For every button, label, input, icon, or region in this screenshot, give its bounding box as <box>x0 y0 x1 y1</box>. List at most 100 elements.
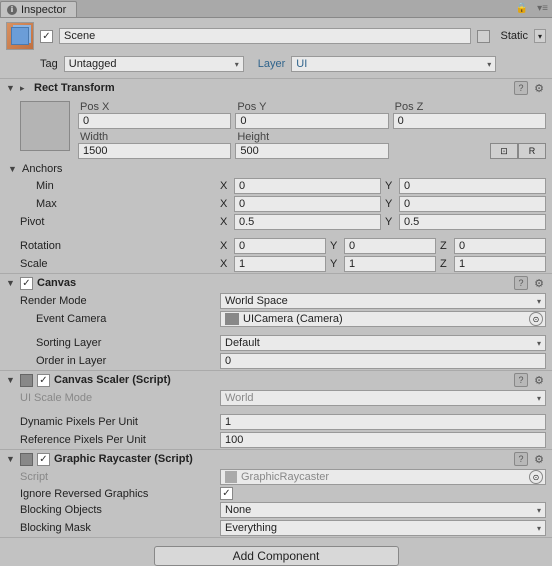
layer-dropdown[interactable]: UI <box>291 56 496 72</box>
anchor-max-x[interactable]: 0 <box>234 196 381 212</box>
anchor-preset-button[interactable] <box>20 101 70 151</box>
ignore-reversed-label: Ignore Reversed Graphics <box>20 488 220 500</box>
order-label: Order in Layer <box>20 355 220 367</box>
rotation-label: Rotation <box>20 240 220 252</box>
event-camera-field[interactable]: UICamera (Camera)⊙ <box>220 311 546 327</box>
tab-title: Inspector <box>21 4 66 16</box>
tab-bar: i Inspector 🔒 ▾≡ <box>0 0 552 18</box>
gameobject-header: ✓ Scene Static ▾ <box>0 18 552 54</box>
gear-icon[interactable]: ⚙ <box>532 276 546 290</box>
graphic-raycaster-header[interactable]: ▼ ✓ Graphic Raycaster (Script) ? ⚙ <box>0 450 552 468</box>
ignore-reversed-checkbox[interactable]: ✓ <box>220 487 233 500</box>
lock-icon[interactable]: 🔒 <box>516 3 528 14</box>
render-mode-dropdown[interactable]: World Space <box>220 293 546 309</box>
height-input[interactable]: 500 <box>235 143 388 159</box>
rot-x[interactable]: 0 <box>234 238 326 254</box>
dynamic-ppu-input[interactable]: 1 <box>220 414 546 430</box>
gear-icon[interactable]: ⚙ <box>532 452 546 466</box>
anchor-max-y[interactable]: 0 <box>399 196 546 212</box>
canvas-scaler-component: ▼ ✓ Canvas Scaler (Script) ? ⚙ UI Scale … <box>0 370 552 449</box>
script-file-icon <box>225 471 237 483</box>
component-title: Graphic Raycaster (Script) <box>54 453 510 465</box>
tab-menu-icon[interactable]: ▾≡ <box>537 3 548 14</box>
posy-label: Pos Y <box>235 101 388 113</box>
posx-input[interactable]: 0 <box>78 113 231 129</box>
foldout-icon: ▼ <box>8 164 18 174</box>
script-icon <box>20 453 33 466</box>
height-label: Height <box>235 131 388 143</box>
blocking-mask-label: Blocking Mask <box>20 522 220 534</box>
foldout-icon[interactable]: ▼ <box>6 83 16 93</box>
scale-z[interactable]: 1 <box>454 256 546 272</box>
anchors-foldout[interactable]: ▼ Anchors <box>8 163 546 175</box>
reference-ppu-input[interactable]: 100 <box>220 432 546 448</box>
ui-scale-mode-label: UI Scale Mode <box>20 392 220 404</box>
inspector-tab[interactable]: i Inspector <box>0 1 77 17</box>
scale-label: Scale <box>20 258 220 270</box>
posz-input[interactable]: 0 <box>393 113 546 129</box>
foldout-icon[interactable]: ▼ <box>6 278 16 288</box>
anchor-min-y[interactable]: 0 <box>399 178 546 194</box>
rot-z[interactable]: 0 <box>454 238 546 254</box>
blocking-objects-dropdown[interactable]: None <box>220 502 546 518</box>
min-label: Min <box>20 180 220 192</box>
pivot-x[interactable]: 0.5 <box>234 214 381 230</box>
static-dropdown-button[interactable]: ▾ <box>534 29 546 43</box>
name-input[interactable]: Scene <box>59 28 471 44</box>
rect-transform-header[interactable]: ▼ ▸ Rect Transform ? ⚙ <box>0 79 552 97</box>
object-picker-icon[interactable]: ⊙ <box>529 312 543 326</box>
event-camera-label: Event Camera <box>20 313 220 325</box>
render-mode-label: Render Mode <box>20 295 220 307</box>
sorting-layer-dropdown[interactable]: Default <box>220 335 546 351</box>
pivot-y[interactable]: 0.5 <box>399 214 546 230</box>
help-icon[interactable]: ? <box>514 276 528 290</box>
width-label: Width <box>78 131 231 143</box>
raw-edit-button[interactable]: R <box>518 143 546 159</box>
pivot-label: Pivot <box>20 216 220 228</box>
help-icon[interactable]: ? <box>514 81 528 95</box>
graphic-raycaster-component: ▼ ✓ Graphic Raycaster (Script) ? ⚙ Scrip… <box>0 449 552 537</box>
active-checkbox[interactable]: ✓ <box>40 30 53 43</box>
anchor-min-x[interactable]: 0 <box>234 178 381 194</box>
anchors-label: Anchors <box>22 163 62 175</box>
canvas-scaler-header[interactable]: ▼ ✓ Canvas Scaler (Script) ? ⚙ <box>0 371 552 389</box>
help-icon[interactable]: ? <box>514 452 528 466</box>
max-label: Max <box>20 198 220 210</box>
reference-ppu-label: Reference Pixels Per Unit <box>20 434 220 446</box>
foldout-icon[interactable]: ▼ <box>6 454 16 464</box>
canvas-header[interactable]: ▼ ✓ Canvas ? ⚙ <box>0 274 552 292</box>
blocking-mask-dropdown[interactable]: Everything <box>220 520 546 536</box>
gear-icon[interactable]: ⚙ <box>532 81 546 95</box>
static-checkbox[interactable] <box>477 30 490 43</box>
foldout-icon[interactable]: ▼ <box>6 375 16 385</box>
canvas-enabled-checkbox[interactable]: ✓ <box>20 277 33 290</box>
sorting-layer-label: Sorting Layer <box>20 337 220 349</box>
scale-y[interactable]: 1 <box>344 256 436 272</box>
foldout-icon-2: ▸ <box>20 83 30 94</box>
blocking-objects-label: Blocking Objects <box>20 504 220 516</box>
tag-label: Tag <box>40 58 58 70</box>
script-field: GraphicRaycaster⊙ <box>220 469 546 485</box>
help-icon[interactable]: ? <box>514 373 528 387</box>
posz-label: Pos Z <box>393 101 546 113</box>
gameobject-icon[interactable] <box>6 22 34 50</box>
object-picker-icon: ⊙ <box>529 470 543 484</box>
tag-dropdown[interactable]: Untagged <box>64 56 244 72</box>
order-input[interactable]: 0 <box>220 353 546 369</box>
canvas-scaler-enabled-checkbox[interactable]: ✓ <box>37 374 50 387</box>
blueprint-button[interactable]: ⊡ <box>490 143 518 159</box>
posy-input[interactable]: 0 <box>235 113 388 129</box>
scale-x[interactable]: 1 <box>234 256 326 272</box>
script-icon <box>20 374 33 387</box>
raycaster-enabled-checkbox[interactable]: ✓ <box>37 453 50 466</box>
tag-layer-row: Tag Untagged Layer UI <box>0 54 552 78</box>
ui-scale-mode-dropdown: World <box>220 390 546 406</box>
rot-y[interactable]: 0 <box>344 238 436 254</box>
width-input[interactable]: 1500 <box>78 143 231 159</box>
component-title: Canvas <box>37 277 510 289</box>
component-title: Rect Transform <box>34 82 510 94</box>
script-label: Script <box>20 471 220 483</box>
gear-icon[interactable]: ⚙ <box>532 373 546 387</box>
component-title: Canvas Scaler (Script) <box>54 374 510 386</box>
add-component-button[interactable]: Add Component <box>154 546 399 566</box>
